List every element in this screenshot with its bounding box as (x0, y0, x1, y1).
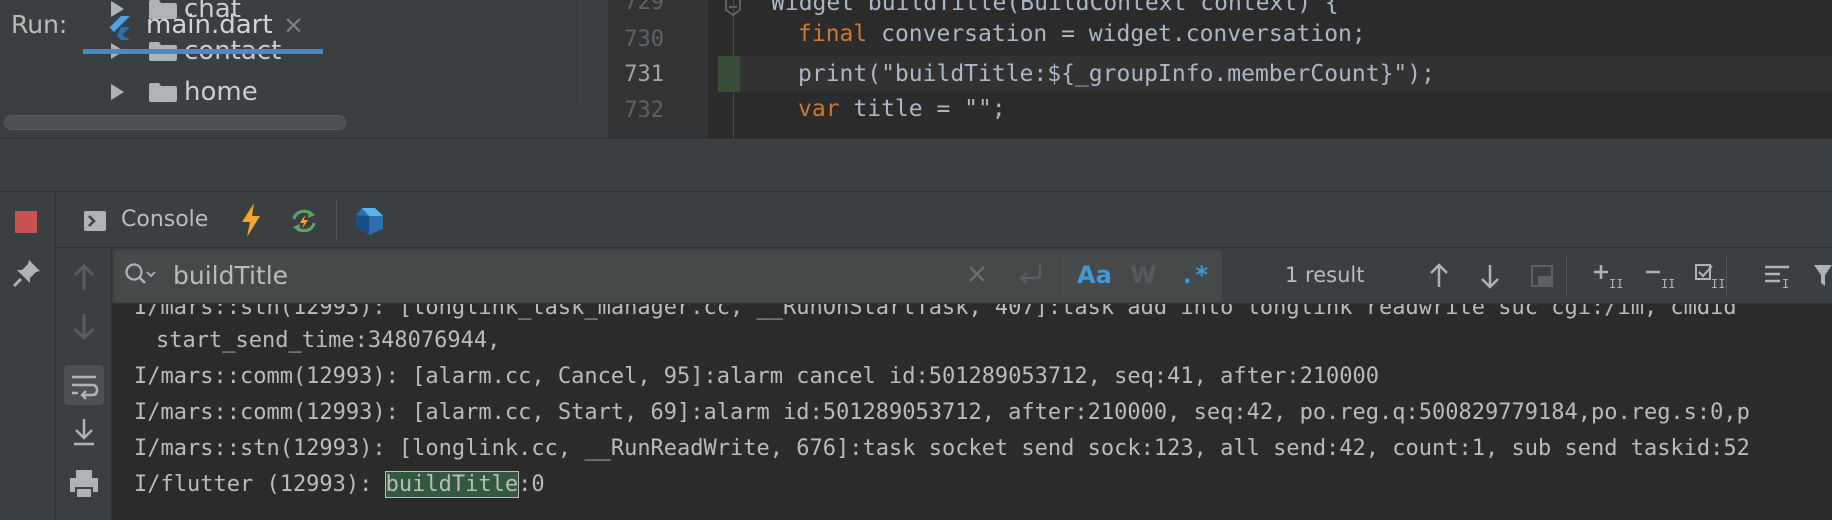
run-label: Run: (11, 10, 68, 39)
log-line: I/mars::comm(12993): [alarm.cc, Start, 6… (134, 400, 1750, 425)
toolbar-separator (1726, 256, 1727, 296)
line-number: 731 (624, 62, 664, 87)
close-tab-icon[interactable]: × (283, 10, 304, 39)
svg-text:II: II (1609, 277, 1622, 290)
hot-reload-icon[interactable] (239, 203, 263, 237)
scroll-to-end-icon[interactable] (64, 413, 104, 453)
console-toolbar (56, 192, 1832, 248)
whole-words-toggle[interactable]: W (1130, 261, 1156, 289)
run-tool-window-header (0, 138, 1832, 192)
toolbar-separator (336, 200, 337, 240)
add-occurrence-icon[interactable]: II (1592, 262, 1622, 290)
multiline-icon[interactable]: I (1762, 262, 1792, 290)
next-occurrence-icon[interactable] (1475, 262, 1505, 290)
dart-devtools-icon[interactable] (353, 205, 385, 237)
line-number: 732 (624, 98, 664, 123)
code-text: conversation = widget.conversation; (867, 21, 1366, 47)
stop-button[interactable] (15, 211, 37, 233)
svg-text:II: II (1711, 277, 1724, 290)
log-suffix: :0 (518, 472, 545, 497)
down-arrow-icon[interactable] (64, 306, 104, 346)
code-line-732: var title = ""; (798, 91, 1006, 127)
remove-occurrence-icon[interactable]: II (1644, 262, 1674, 290)
log-line: I/mars::comm(12993): [alarm.cc, Cancel, … (134, 364, 1380, 389)
log-line: I/mars::stn(12993): [longlink.cc, __RunR… (134, 436, 1750, 461)
svg-text:I: I (1782, 277, 1789, 290)
up-arrow-icon[interactable] (64, 258, 104, 298)
pin-icon[interactable] (12, 258, 42, 288)
horizontal-scrollbar[interactable] (4, 115, 346, 130)
fold-guide (733, 0, 734, 138)
active-tab-indicator (83, 49, 323, 54)
log-line-flutter: I/flutter (12993): buildTitle:0 (134, 467, 545, 503)
code-text: title = ""; (839, 96, 1006, 122)
folder-icon (149, 83, 177, 102)
flutter-icon (109, 16, 130, 40)
code-line-731: print("buildTitle:${_groupInfo.memberCou… (798, 56, 1435, 92)
run-left-toolbar (0, 192, 56, 520)
filter-icon[interactable] (1812, 262, 1832, 290)
match-case-toggle[interactable]: Aa (1077, 261, 1112, 289)
search-input[interactable] (173, 259, 873, 291)
search-icon[interactable] (124, 262, 156, 288)
previous-occurrence-icon[interactable] (1424, 262, 1454, 290)
print-icon[interactable] (64, 464, 104, 504)
toolbar-separator (1566, 256, 1567, 296)
console-icon (84, 211, 106, 231)
new-line-icon[interactable] (1016, 262, 1044, 286)
line-number: 730 (624, 27, 664, 52)
code-text: print("buildTitle:${_groupInfo.memberCou… (798, 61, 1435, 87)
log-line: start_send_time:348076944, (156, 328, 501, 353)
line-number: 729 (624, 0, 664, 15)
filter-results-icon[interactable] (1527, 262, 1557, 290)
code-line-730: final conversation = widget.conversation… (798, 16, 1366, 52)
regex-toggle[interactable]: .* (1180, 261, 1209, 289)
clear-search-icon[interactable] (966, 263, 988, 285)
code-editor[interactable]: 729 730 731 732 Widget buildTitle(BuildC… (608, 0, 1832, 138)
keyword: final (798, 21, 868, 47)
change-marker (718, 56, 740, 92)
log-prefix: I/flutter (12993): (134, 472, 386, 497)
select-all-occurrences-icon[interactable]: II (1694, 262, 1724, 290)
svg-text:II: II (1661, 277, 1674, 290)
keyword: var (798, 96, 840, 122)
console-output[interactable]: I/mars::stn(12993): [longlink_task_manag… (112, 304, 1832, 520)
line-gutter: 729 730 731 732 (608, 0, 708, 138)
expand-arrow-icon[interactable] (111, 84, 124, 100)
tab-label: main.dart (146, 10, 273, 40)
soft-wrap-icon[interactable] (64, 365, 104, 405)
tree-item-label: home (184, 77, 258, 107)
code-text: Widget buildTitle(BuildContext context) … (771, 0, 1339, 16)
fold-icon[interactable] (724, 0, 742, 16)
hot-restart-icon[interactable] (288, 207, 320, 235)
search-match-highlight: buildTitle (384, 471, 520, 498)
search-separator (1062, 256, 1063, 296)
tree-item-home[interactable]: home (0, 74, 560, 110)
console-tab-label[interactable]: Console (121, 207, 208, 232)
search-result-count: 1 result (1285, 263, 1365, 287)
